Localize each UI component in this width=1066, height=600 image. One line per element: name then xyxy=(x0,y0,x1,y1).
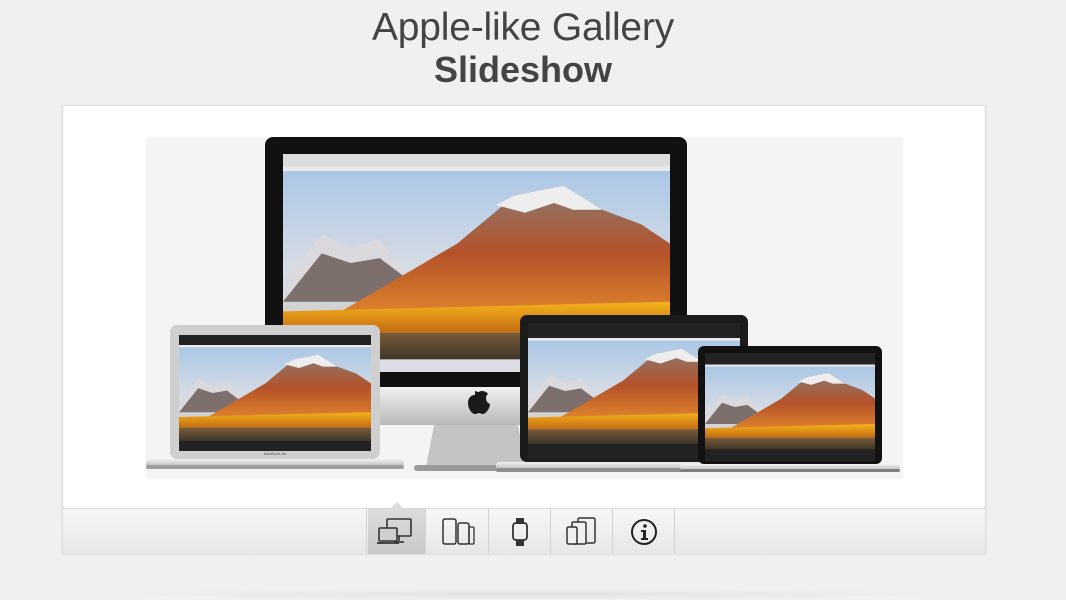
tab-mac[interactable] xyxy=(368,502,426,554)
tab-ipad[interactable] xyxy=(551,509,613,554)
device-tabs xyxy=(366,502,675,554)
slide-image-apple-devices: MacBook Air xyxy=(146,137,903,479)
page-frame: Apple-like Gallery Slideshow MacBook Air xyxy=(0,0,1066,600)
macbook-device xyxy=(680,346,900,472)
page-header: Apple-like Gallery Slideshow xyxy=(0,6,1046,90)
macbook-air-label: MacBook Air xyxy=(264,451,287,456)
watch-icon xyxy=(511,517,528,546)
macbook-air-device: MacBook Air xyxy=(146,325,404,469)
info-icon xyxy=(630,518,657,545)
desktop-laptop-icon xyxy=(376,517,412,544)
page-title: Apple-like Gallery xyxy=(371,6,675,49)
slideshow-stage[interactable]: MacBook Air xyxy=(63,106,985,508)
bottom-shadow xyxy=(110,588,950,600)
devices-illustration: MacBook Air xyxy=(146,137,900,472)
tablets-icon xyxy=(565,516,596,545)
tab-info[interactable] xyxy=(613,509,675,554)
tab-watch[interactable] xyxy=(489,509,551,554)
gallery-navbar xyxy=(63,502,985,554)
phones-icon xyxy=(441,517,475,545)
page-subtitle: Slideshow xyxy=(433,49,613,90)
tab-iphone[interactable] xyxy=(427,509,489,554)
gallery-container: MacBook Air xyxy=(62,105,986,554)
